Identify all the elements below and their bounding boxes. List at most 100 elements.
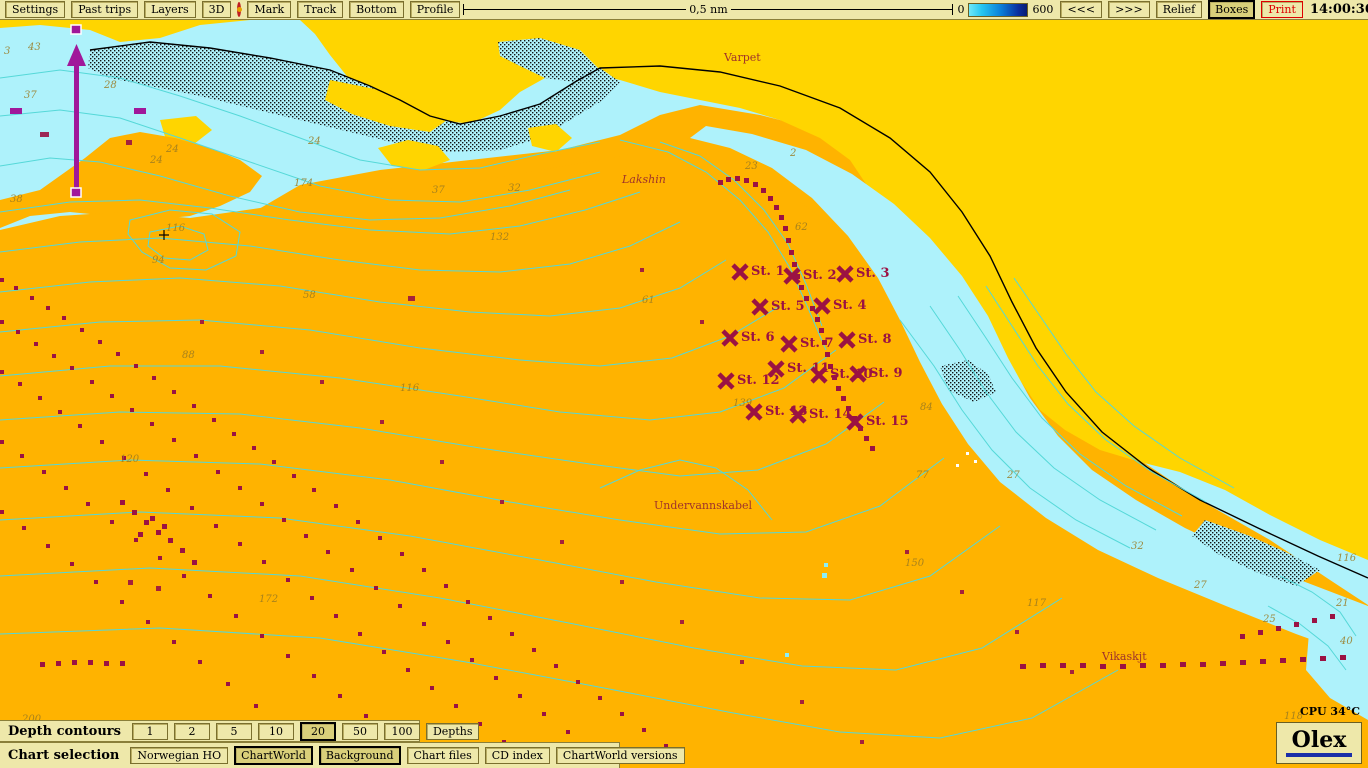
chart-vector [0, 20, 1368, 768]
depth-contour-option-10[interactable]: 10 [257, 722, 294, 740]
3d-button[interactable]: 3D [201, 1, 232, 18]
chart-selection-title: Chart selection [8, 748, 120, 763]
depth-sounding-label: 37 [432, 185, 445, 196]
station-label: St. 5 [771, 299, 805, 314]
depth-sounding-label: 84 [920, 402, 933, 413]
depth-sounding-label: 132 [490, 232, 510, 243]
depth-sounding-label: 25 [1263, 614, 1276, 625]
chart-action-buttons: Chart files CD index ChartWorld versions [404, 747, 688, 764]
station-label: St. 11 [787, 361, 830, 376]
station-marker-x-icon[interactable] [788, 405, 808, 425]
scale-bar-right-tick [952, 4, 954, 15]
depth-sounding-label: 43 [28, 42, 41, 53]
station-marker-x-icon[interactable] [716, 371, 736, 391]
depth-sounding-label: 117 [1027, 598, 1047, 609]
print-button[interactable]: Print [1261, 1, 1303, 18]
scale-bar-line-left [464, 9, 687, 10]
scale-bar-line-right [730, 9, 953, 10]
depth-sounding-label: 24 [308, 136, 321, 147]
depth-sounding-label: 94 [152, 255, 165, 266]
profile-button[interactable]: Profile [409, 1, 461, 18]
station-marker-x-icon[interactable] [835, 264, 855, 284]
olex-logo-rule [1286, 753, 1352, 757]
station-marker-x-icon[interactable] [812, 296, 832, 316]
depth-sounding-label: 32 [508, 183, 521, 194]
layers-button[interactable]: Layers [144, 1, 196, 18]
depth-sounding-label: 61 [642, 295, 655, 306]
place-name-label: Vikaskjt [1102, 650, 1147, 663]
depth-contour-option-50[interactable]: 50 [341, 722, 378, 740]
chart-source-background[interactable]: Background [318, 746, 401, 765]
depth-sounding-label: 24 [166, 144, 179, 155]
chart-canvas[interactable]: 3 43 37 38 24 116 94 28 24 174 24 37 32 132 58 88 116 120… [0, 20, 1368, 768]
past-trips-button[interactable]: Past trips [71, 1, 139, 18]
next-button[interactable]: >>> [1108, 1, 1150, 18]
station-label: St. 9 [869, 366, 903, 381]
boxes-button[interactable]: Boxes [1208, 0, 1256, 19]
depths-button[interactable]: Depths [425, 722, 480, 740]
scale-bar: 0,5 nm [463, 3, 954, 16]
depth-sounding-label: 150 [905, 558, 925, 569]
place-name-label: Varpet [724, 51, 761, 64]
station-marker-x-icon[interactable] [782, 266, 802, 286]
chart-source-options: Norwegian HO ChartWorld Background [127, 746, 403, 765]
depth-sounding-label: 174 [294, 178, 314, 189]
station-label: St. 2 [803, 268, 837, 283]
depth-sounding-label: 21 [1336, 598, 1349, 609]
place-name-label: Lakshin [622, 173, 666, 186]
clock-display: 14:00:36 [1309, 2, 1368, 17]
depth-sounding-label: 58 [303, 290, 316, 301]
depth-sounding-label: 88 [182, 350, 195, 361]
chart-selection-toolbar: Chart selection Norwegian HO ChartWorld Ba… [0, 742, 685, 768]
depth-sounding-label: 116 [1337, 553, 1357, 564]
depth-sounding-label: 62 [795, 222, 808, 233]
depth-contour-option-20[interactable]: 20 [299, 721, 336, 741]
depth-sounding-label: 2 [790, 148, 797, 159]
station-marker-x-icon[interactable] [730, 262, 750, 282]
olex-chart-window: Settings Past trips Layers 3D Mark Track… [0, 0, 1368, 768]
mark-button[interactable]: Mark [247, 1, 292, 18]
depth-sounding-label: 27 [1194, 580, 1207, 591]
station-marker-x-icon[interactable] [744, 402, 764, 422]
chart-source-norwegian-ho[interactable]: Norwegian HO [130, 747, 229, 764]
prev-button[interactable]: <<< [1060, 1, 1103, 18]
station-label: St. 7 [800, 336, 834, 351]
station-marker-x-icon[interactable] [750, 297, 770, 317]
olex-logo: Olex [1276, 722, 1362, 764]
depth-contour-option-2[interactable]: 2 [173, 722, 210, 740]
station-label: St. 4 [833, 298, 867, 313]
depth-sounding-label: 38 [10, 194, 23, 205]
depth-gradient-icon[interactable] [968, 2, 1029, 17]
relief-button[interactable]: Relief [1155, 1, 1203, 18]
depth-sounding-label: 116 [400, 383, 420, 394]
place-name-label: Undervannskabel [654, 499, 753, 512]
chart-action-chartworld-versions[interactable]: ChartWorld versions [555, 747, 685, 764]
depth-sounding-label: 37 [24, 90, 37, 101]
compass-icon[interactable] [236, 2, 242, 17]
depth-contour-option-1[interactable]: 1 [131, 722, 168, 740]
station-label: St. 10 [830, 367, 873, 382]
depth-contours-title: Depth contours [8, 723, 121, 739]
depth-sounding-label: 172 [259, 594, 279, 605]
depth-sounding-label: 40 [1340, 636, 1353, 647]
station-label: St. 15 [866, 414, 909, 429]
settings-button[interactable]: Settings [5, 1, 66, 18]
olex-logo-text: Olex [1291, 727, 1347, 753]
chart-action-chart-files[interactable]: Chart files [406, 747, 479, 764]
station-marker-x-icon[interactable] [837, 330, 857, 350]
station-marker-x-icon[interactable] [845, 412, 865, 432]
chart-action-cd-index[interactable]: CD index [484, 747, 550, 764]
bottom-button[interactable]: Bottom [349, 1, 404, 18]
depth-legend-max: 600 [1032, 3, 1054, 16]
station-marker-x-icon[interactable] [779, 334, 799, 354]
depth-contour-option-5[interactable]: 5 [215, 722, 252, 740]
depth-contours-toolbar: Depth contours 1 2 5 10 20 50 100 Depths [0, 720, 480, 742]
depth-sounding-label: 116 [166, 223, 186, 234]
chart-source-chartworld[interactable]: ChartWorld [234, 746, 313, 765]
station-marker-x-icon[interactable] [720, 328, 740, 348]
track-button[interactable]: Track [297, 1, 344, 18]
depth-contour-option-100[interactable]: 100 [383, 722, 420, 740]
station-label: St. 12 [737, 373, 780, 388]
depth-sounding-label: 77 [916, 470, 929, 481]
station-label: St. 6 [741, 330, 775, 345]
